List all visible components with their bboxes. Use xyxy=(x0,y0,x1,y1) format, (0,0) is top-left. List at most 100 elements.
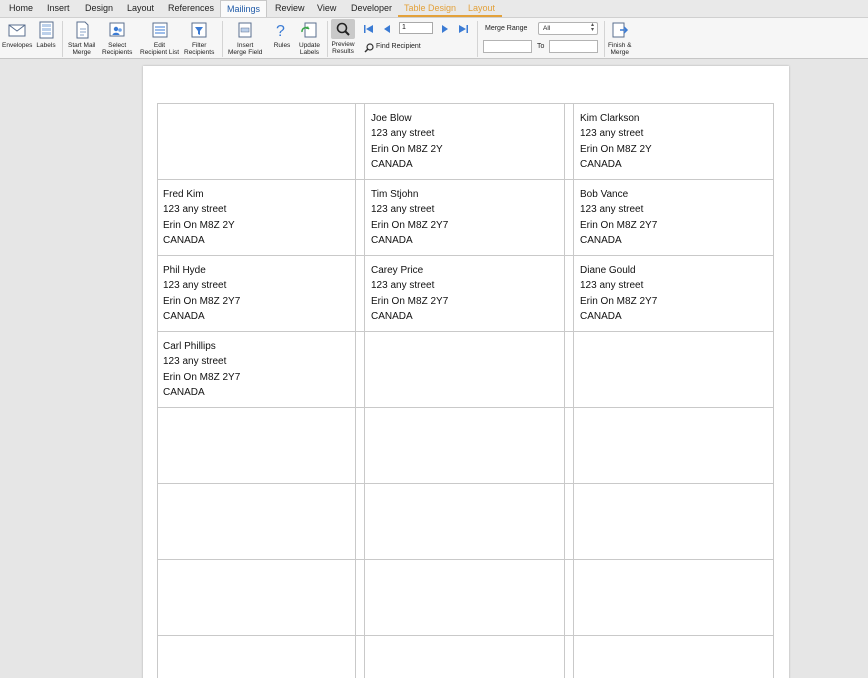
envelope-icon xyxy=(7,20,27,40)
merge-range-to-field[interactable] xyxy=(549,40,598,53)
first-record-button[interactable] xyxy=(362,22,376,36)
label-street: 123 any street xyxy=(163,356,227,368)
table-row-border xyxy=(157,103,774,104)
insert-merge-field-button[interactable]: Insert Merge Field xyxy=(228,20,262,56)
ribbon-tab-bar: Home Insert Design Layout References Mai… xyxy=(0,0,868,18)
filter-recipients-label-2: Recipients xyxy=(184,49,215,56)
label-city: Erin On M8Z 2Y xyxy=(163,219,235,231)
label-name: Joe Blow xyxy=(371,113,412,124)
mailing-label[interactable]: Fred Kim 123 any street Erin On M8Z 2Y C… xyxy=(163,187,235,249)
merge-range-select[interactable]: All ▴ ▾ xyxy=(538,22,598,35)
mailing-label[interactable]: Tim Stjohn 123 any street Erin On M8Z 2Y… xyxy=(371,187,448,249)
label-street: 123 any street xyxy=(163,280,227,292)
label-street: 123 any street xyxy=(580,128,644,140)
table-column-border xyxy=(157,103,158,678)
rules-button[interactable]: ? Rules xyxy=(272,20,292,49)
svg-text:?: ? xyxy=(276,23,285,40)
mailing-label[interactable]: Joe Blow 123 any street Erin On M8Z 2Y C… xyxy=(371,111,443,173)
start-mail-merge-button[interactable]: Start Mail Merge xyxy=(68,20,95,56)
tab-developer[interactable]: Developer xyxy=(345,0,398,17)
record-number-field[interactable]: 1 xyxy=(399,22,433,34)
update-labels-button[interactable]: Update Labels xyxy=(299,20,320,56)
label-street: 123 any street xyxy=(580,280,644,292)
document-icon xyxy=(72,20,92,40)
mailing-label[interactable]: Carl Phillips 123 any street Erin On M8Z… xyxy=(163,339,240,401)
update-labels-label-2: Labels xyxy=(299,49,320,56)
find-icon xyxy=(364,41,376,53)
label-country: CANADA xyxy=(163,311,205,323)
select-recipients-button[interactable]: Select Recipients xyxy=(102,20,132,56)
label-country: CANADA xyxy=(163,235,205,247)
tab-insert[interactable]: Insert xyxy=(41,0,76,17)
envelopes-button[interactable]: Envelopes xyxy=(2,20,32,49)
label-name: Fred Kim xyxy=(163,189,204,200)
edit-list-icon xyxy=(150,20,170,40)
select-recipients-label-1: Select xyxy=(108,42,127,49)
start-mail-merge-label-2: Merge xyxy=(72,49,91,56)
label-name: Tim Stjohn xyxy=(371,189,419,200)
label-city: Erin On M8Z 2Y7 xyxy=(371,295,449,307)
label-country: CANADA xyxy=(163,387,205,399)
finish-merge-label-2: Merge xyxy=(610,49,629,56)
tab-view[interactable]: View xyxy=(311,0,342,17)
tab-design[interactable]: Design xyxy=(79,0,119,17)
magnifier-icon xyxy=(331,19,355,39)
record-navigation-forward xyxy=(438,22,470,36)
tab-review[interactable]: Review xyxy=(269,0,311,17)
table-row-border xyxy=(157,331,774,332)
table-row-border xyxy=(157,483,774,484)
insert-merge-field-label-2: Merge Field xyxy=(228,49,263,56)
label-name: Kim Clarkson xyxy=(580,113,640,124)
label-city: Erin On M8Z 2Y7 xyxy=(163,295,241,307)
start-mail-merge-label-1: Start Mail xyxy=(68,42,96,49)
label-country: CANADA xyxy=(580,311,622,323)
merge-field-icon xyxy=(235,20,255,40)
edit-recipient-list-button[interactable]: Edit Recipient List xyxy=(140,20,179,56)
label-street: 123 any street xyxy=(371,280,435,292)
label-country: CANADA xyxy=(580,159,622,171)
label-street: 123 any street xyxy=(580,204,644,216)
labels-table[interactable]: Joe Blow 123 any street Erin On M8Z 2Y C… xyxy=(157,103,774,678)
filter-recipients-button[interactable]: Filter Recipients xyxy=(184,20,214,56)
label-name: Carey Price xyxy=(371,265,424,276)
mailing-label[interactable]: Phil Hyde 123 any street Erin On M8Z 2Y7… xyxy=(163,263,240,325)
rules-label: Rules xyxy=(273,42,291,49)
label-city: Erin On M8Z 2Y xyxy=(371,143,443,155)
tab-mailings[interactable]: Mailings xyxy=(220,0,268,18)
ribbon: Envelopes Labels Start Mail Merge Select… xyxy=(0,17,868,59)
merge-range-to-label: To xyxy=(537,43,545,50)
preview-results-button[interactable]: Preview Results xyxy=(331,19,355,55)
label-city: Erin On M8Z 2Y7 xyxy=(371,219,449,231)
table-row-border xyxy=(157,407,774,408)
find-recipient-button[interactable]: Find Recipient xyxy=(364,41,421,53)
filter-icon xyxy=(189,20,209,40)
label-country: CANADA xyxy=(371,235,413,247)
previous-record-button[interactable] xyxy=(380,22,394,36)
ribbon-separator xyxy=(477,21,478,57)
labels-button[interactable]: Labels xyxy=(36,20,56,49)
mailing-label[interactable]: Diane Gould 123 any street Erin On M8Z 2… xyxy=(580,263,657,325)
refresh-icon xyxy=(299,20,319,40)
ribbon-separator xyxy=(604,21,605,57)
merge-range-from-field[interactable] xyxy=(483,40,532,53)
filter-recipients-label-1: Filter xyxy=(191,42,207,49)
last-record-button[interactable] xyxy=(456,22,470,36)
tab-references[interactable]: References xyxy=(162,0,220,17)
tab-home[interactable]: Home xyxy=(3,0,39,17)
label-country: CANADA xyxy=(371,311,413,323)
label-country: CANADA xyxy=(371,159,413,171)
mailing-label[interactable]: Bob Vance 123 any street Erin On M8Z 2Y7… xyxy=(580,187,657,249)
ribbon-separator xyxy=(327,21,328,57)
next-record-button[interactable] xyxy=(438,22,452,36)
ribbon-separator xyxy=(222,21,223,57)
update-labels-label-1: Update xyxy=(299,42,320,49)
label-city: Erin On M8Z 2Y7 xyxy=(163,371,241,383)
finish-merge-button[interactable]: Finish & Merge xyxy=(608,20,631,56)
tab-layout[interactable]: Layout xyxy=(121,0,160,17)
table-column-border xyxy=(773,103,774,678)
merge-range-label: Merge Range xyxy=(485,25,528,32)
mailing-label[interactable]: Carey Price 123 any street Erin On M8Z 2… xyxy=(371,263,448,325)
labels-label: Labels xyxy=(36,42,56,49)
mailing-label[interactable]: Kim Clarkson 123 any street Erin On M8Z … xyxy=(580,111,652,173)
label-country: CANADA xyxy=(580,235,622,247)
